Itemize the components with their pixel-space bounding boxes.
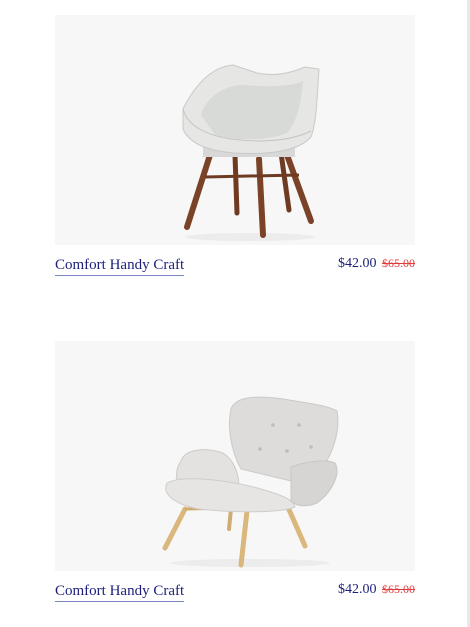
- product-image[interactable]: [55, 341, 415, 571]
- product-card: Comfort Handy Craft $42.00 $65.00: [55, 341, 415, 611]
- product-card: Comfort Handy Craft $42.00 $65.00: [55, 15, 415, 285]
- price-block: $42.00 $65.00: [338, 255, 415, 272]
- old-price: $65.00: [382, 582, 415, 596]
- product-meta: Comfort Handy Craft $42.00 $65.00: [55, 571, 415, 611]
- white-shell-chair-image: [182, 64, 320, 241]
- price-block: $42.00 $65.00: [338, 581, 415, 598]
- current-price: $42.00: [338, 582, 377, 597]
- product-image[interactable]: [55, 15, 415, 245]
- old-price: $65.00: [382, 256, 415, 270]
- product-meta: Comfort Handy Craft $42.00 $65.00: [55, 245, 415, 285]
- current-price: $42.00: [338, 256, 377, 271]
- product-title-link[interactable]: Comfort Handy Craft: [55, 257, 185, 276]
- product-title-link[interactable]: Comfort Handy Craft: [55, 583, 185, 602]
- grey-lounge-chair-image: [162, 396, 339, 568]
